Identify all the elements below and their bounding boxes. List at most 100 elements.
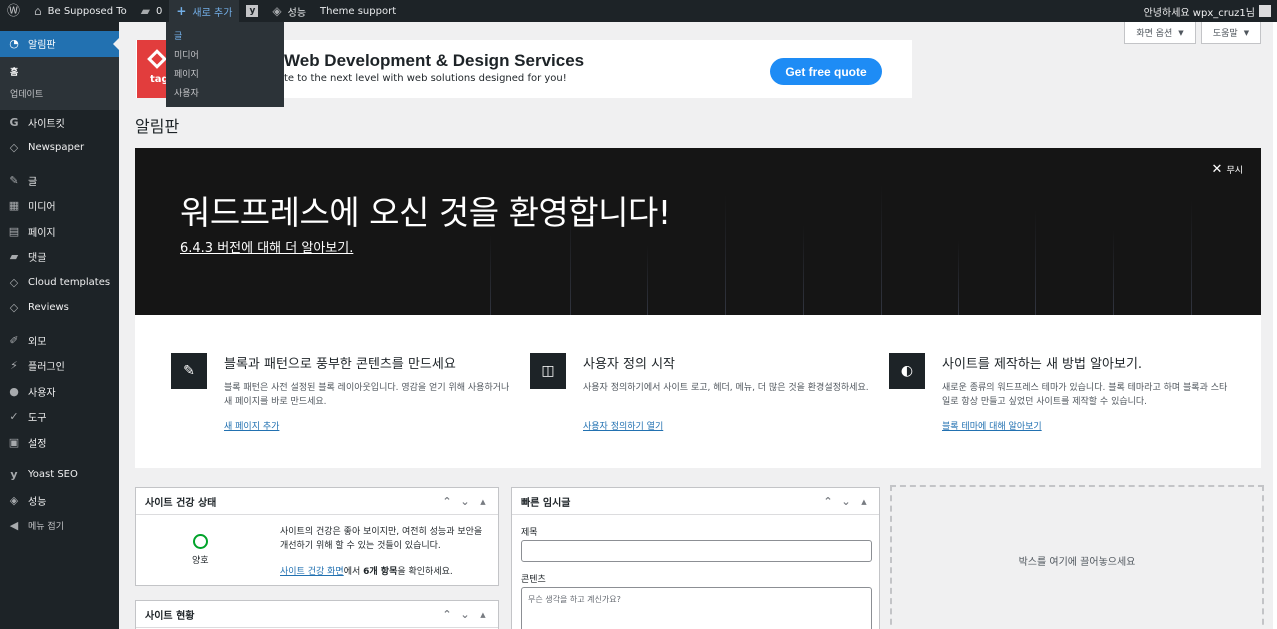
sidebar-item-performance[interactable]: ◈ 성능 — [0, 488, 119, 514]
sidebar-item-plugins[interactable]: ⚡ 플러그인 — [0, 353, 119, 379]
media-icon: ▦ — [8, 199, 20, 213]
admin-bar: Ⓦ ⌂ Be Supposed To ▰ 0 + 새로 추가 y ◈ 성능 Th… — [0, 0, 1277, 22]
ad-logo-mark-icon — [147, 49, 167, 69]
new-content-menu[interactable]: + 새로 추가 — [169, 0, 240, 22]
move-up-icon[interactable]: ⌃ — [438, 495, 456, 508]
get-quote-button[interactable]: Get free quote — [770, 58, 882, 85]
sidebar-item-label: 도구 — [28, 413, 47, 425]
sidebar-item-label: 알림판 — [28, 40, 56, 52]
site-name-link[interactable]: ⌂ Be Supposed To — [27, 0, 134, 22]
new-page-item[interactable]: 페이지 — [166, 66, 284, 85]
chevron-down-icon: ▼ — [1243, 28, 1250, 37]
welcome-panel-columns: ✎ 블록과 패턴으로 풍부한 콘텐츠를 만드세요 블록 패턴은 사전 설정된 블… — [135, 315, 1261, 468]
site-name-label: Be Supposed To — [47, 5, 127, 17]
google-icon: G — [9, 115, 19, 129]
widget-header: 사이트 현황 ⌃ ⌄ ▲ — [136, 601, 498, 628]
sidebar-item-label: 댓글 — [28, 253, 47, 265]
sidebar-item-posts[interactable]: ✎ 글 — [0, 168, 119, 194]
widget-title: 사이트 건강 상태 — [145, 497, 217, 509]
theme-support-link[interactable]: Theme support — [313, 0, 403, 22]
sidebar-item-appearance[interactable]: ✐ 외모 — [0, 328, 119, 354]
health-status-label: 양호 — [192, 556, 209, 566]
sidebar-item-settings[interactable]: ▣ 설정 — [0, 430, 119, 456]
move-down-icon[interactable]: ⌄ — [456, 608, 474, 621]
user-icon: ● — [9, 384, 19, 398]
health-status-icon — [193, 534, 208, 549]
content-placeholder: 무슨 생각을 하고 계신가요? — [528, 595, 621, 604]
welcome-column-title: 사이트를 제작하는 새 방법 알아보기. — [942, 357, 1143, 372]
comments-link[interactable]: ▰ 0 — [134, 0, 170, 22]
toggle-panel-icon[interactable]: ▲ — [855, 498, 873, 506]
customizer-link[interactable]: 사용자 정의하기 열기 — [583, 419, 663, 432]
new-media-item[interactable]: 미디어 — [166, 47, 284, 66]
move-up-icon[interactable]: ⌃ — [438, 608, 456, 621]
draft-title-input[interactable] — [521, 540, 872, 562]
close-icon: ✕ — [1211, 162, 1223, 177]
new-content-dropdown: 글 미디어 페이지 사용자 — [166, 22, 284, 107]
performance-icon: ◈ — [9, 493, 19, 507]
account-greeting[interactable]: 안녕하세요 wpx_cruz1님 — [1144, 4, 1255, 19]
sidebar-item-tools[interactable]: ✓ 도구 — [0, 404, 119, 430]
widget-title: 사이트 현황 — [145, 610, 195, 622]
sidebar-item-media[interactable]: ▦ 미디어 — [0, 193, 119, 219]
sidebar-item-label: 미디어 — [28, 202, 56, 214]
new-post-item[interactable]: 글 — [166, 28, 284, 47]
move-up-icon[interactable]: ⌃ — [819, 495, 837, 508]
yoast-menu[interactable]: y — [239, 0, 265, 22]
version-link[interactable]: 6.4.3 버전에 대해 더 알아보기. — [180, 237, 353, 256]
draft-content-textarea[interactable]: 무슨 생각을 하고 계신가요? — [521, 587, 872, 629]
pin-icon: ✎ — [9, 173, 19, 187]
sidebar-item-label: 성능 — [28, 496, 47, 508]
performance-icon: ◈ — [272, 4, 282, 18]
sidebar-item-reviews[interactable]: ◇ Reviews — [0, 295, 119, 321]
sidebar-item-pages[interactable]: ▤ 페이지 — [0, 219, 119, 245]
collapse-menu-button[interactable]: ◀ 메뉴 접기 — [0, 513, 119, 539]
move-down-icon[interactable]: ⌄ — [456, 495, 474, 508]
performance-menu[interactable]: ◈ 성능 — [265, 0, 313, 22]
screen-options-button[interactable]: 화면 옵션 ▼ — [1124, 22, 1196, 44]
ad-logo: tag — [137, 40, 169, 98]
widget-drop-zone[interactable]: 박스를 여기에 끌어놓으세요 — [890, 485, 1264, 629]
sidebar-item-users[interactable]: ● 사용자 — [0, 379, 119, 405]
health-description: 사이트의 건강은 좋아 보이지만, 여전히 성능과 보안을 개선하기 위해 할 … — [280, 527, 483, 551]
new-content-label: 새로 추가 — [192, 7, 233, 19]
avatar[interactable] — [1259, 5, 1271, 17]
screen-options-label: 화면 옵션 — [1136, 29, 1173, 39]
sidebar-item-sitekit[interactable]: G 사이트킷 — [0, 110, 119, 136]
dashboard-icon: ◔ — [9, 37, 19, 51]
sidebar-item-cloud-templates[interactable]: ◇ Cloud templates — [0, 270, 119, 296]
health-link-line: 사이트 건강 화면에서 6개 항목을 확인하세요. — [280, 564, 453, 577]
quick-draft-widget: 빠른 임시글 ⌃ ⌄ ▲ 제목 콘텐츠 무슨 생각을 하고 계신가요? — [511, 487, 880, 629]
add-page-link[interactable]: 새 페이지 추가 — [224, 419, 279, 432]
sidebar-item-label: 외모 — [28, 336, 47, 348]
widget-header: 빠른 임시글 ⌃ ⌄ ▲ — [512, 488, 879, 515]
sidebar-subitem-home[interactable]: 홈 — [0, 62, 119, 84]
health-suffix: 을 확인하세요. — [397, 567, 453, 577]
wordpress-logo-button[interactable]: Ⓦ — [0, 0, 27, 22]
welcome-heading: 워드프레스에 오신 것을 환영합니다! — [180, 193, 671, 232]
site-health-widget: 사이트 건강 상태 ⌃ ⌄ ▲ 양호 사이트의 건강은 좋아 보이지만, 여전히… — [135, 487, 499, 586]
sidebar-subitem-updates[interactable]: 업데이트 — [0, 84, 119, 106]
help-button[interactable]: 도움말 ▼ — [1201, 22, 1261, 44]
title-field-label: 제목 — [521, 528, 538, 538]
dismiss-button[interactable]: ✕ 무시 — [1212, 162, 1243, 177]
sidebar-item-dashboard[interactable]: ◔ 알림판 — [0, 31, 119, 57]
sidebar-item-newspaper[interactable]: ◇ Newspaper — [0, 135, 119, 161]
block-themes-link[interactable]: 블록 테마에 대해 알아보기 — [942, 419, 1042, 432]
layout-icon: ◫ — [530, 353, 566, 389]
toggle-panel-icon[interactable]: ▲ — [474, 611, 492, 619]
content-field-label: 콘텐츠 — [521, 575, 546, 585]
site-health-link[interactable]: 사이트 건강 화면 — [280, 567, 344, 577]
sidebar-item-comments[interactable]: ▰ 댓글 — [0, 244, 119, 270]
health-suffix: 에서 — [343, 567, 364, 577]
new-user-item[interactable]: 사용자 — [166, 85, 284, 104]
move-down-icon[interactable]: ⌄ — [837, 495, 855, 508]
toggle-panel-icon[interactable]: ▲ — [474, 498, 492, 506]
welcome-column-text: 사용자 정의하기에서 사이트 로고, 헤더, 메뉴, 더 많은 것을 환경설정하… — [583, 383, 869, 393]
chevron-down-icon: ▼ — [1178, 28, 1184, 37]
page-title: 알림판 — [135, 117, 180, 136]
page-icon: ▤ — [8, 224, 20, 238]
sidebar-item-yoast[interactable]: y Yoast SEO — [0, 462, 119, 488]
sidebar-item-label: 페이지 — [28, 227, 56, 239]
widget-header: 사이트 건강 상태 ⌃ ⌄ ▲ — [136, 488, 498, 515]
